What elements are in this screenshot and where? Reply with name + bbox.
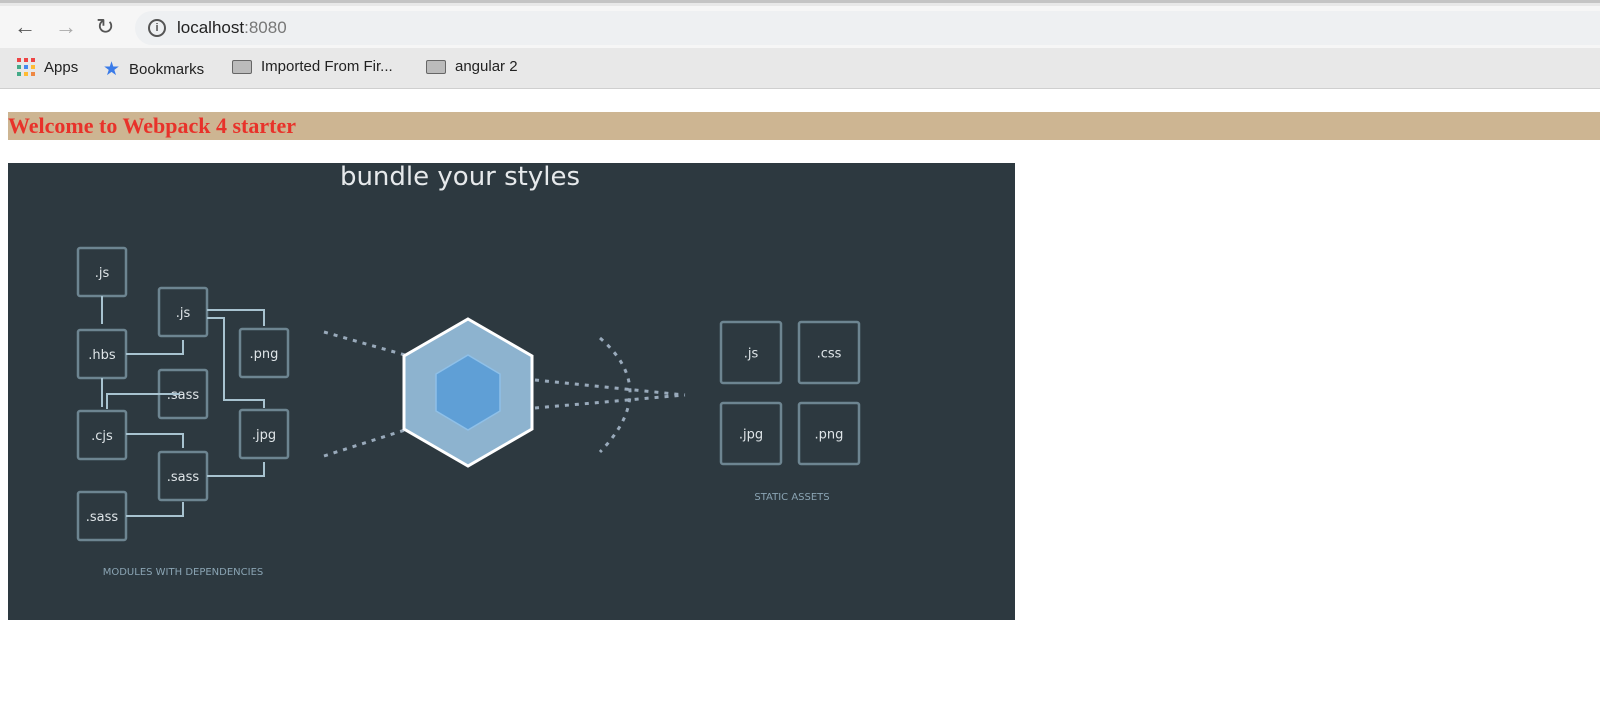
- bookmark-label: angular 2: [455, 58, 518, 75]
- module-label: .hbs: [88, 348, 116, 363]
- url-port: :8080: [244, 18, 287, 37]
- bookmark-apps[interactable]: Apps: [17, 58, 78, 76]
- info-icon[interactable]: i: [148, 19, 166, 37]
- bookmark-label: Imported From Fir...: [261, 58, 393, 75]
- forward-icon[interactable]: →: [55, 14, 77, 40]
- url-host: localhost: [177, 18, 245, 37]
- bookmark-label: Apps: [44, 58, 79, 76]
- back-icon[interactable]: ←: [14, 14, 36, 40]
- module-label: .jpg: [252, 428, 276, 443]
- bookmark-label: Bookmarks: [129, 61, 205, 78]
- module-label: .sass: [167, 470, 200, 485]
- assets-caption: STATIC ASSETS: [754, 492, 829, 503]
- folder-icon: [232, 59, 252, 74]
- asset-label: .png: [815, 428, 844, 443]
- module-label: .sass: [86, 510, 119, 525]
- bookmark-imported-folder[interactable]: Imported From Fir...: [232, 58, 393, 75]
- module-label: .js: [95, 266, 110, 281]
- address-bar[interactable]: i localhost:8080: [135, 11, 1600, 45]
- module-label: .js: [176, 306, 191, 321]
- star-icon: ★: [103, 59, 121, 80]
- bookmarks-bar: Apps ★ Bookmarks Imported From Fir... an…: [0, 48, 1600, 88]
- reload-icon[interactable]: ↻: [96, 14, 114, 40]
- page-heading: Welcome to Webpack 4 starter: [8, 112, 1600, 140]
- folder-icon: [426, 59, 446, 74]
- url-text: localhost:8080: [177, 18, 287, 38]
- browser-chrome: ← → ↻ i localhost:8080 Apps ★ Bookmarks …: [0, 0, 1600, 89]
- modules-caption: MODULES WITH DEPENDENCIES: [103, 567, 264, 578]
- apps-icon: [17, 58, 35, 76]
- asset-label: .js: [744, 347, 759, 362]
- webpack-hero-image: bundle your styles .js .js .hbs .png .sass .c…: [8, 162, 1015, 620]
- module-label: .png: [250, 347, 279, 362]
- hero-title: bundle your styles: [340, 163, 580, 192]
- module-label: .cjs: [91, 429, 113, 444]
- bookmark-angular-folder[interactable]: angular 2: [426, 58, 518, 75]
- bookmark-bookmarks[interactable]: ★ Bookmarks: [103, 58, 204, 81]
- asset-label: .jpg: [739, 428, 763, 443]
- asset-label: .css: [817, 347, 842, 362]
- module-label: .sass: [167, 388, 200, 403]
- browser-toolbar: ← → ↻ i localhost:8080: [0, 6, 1600, 48]
